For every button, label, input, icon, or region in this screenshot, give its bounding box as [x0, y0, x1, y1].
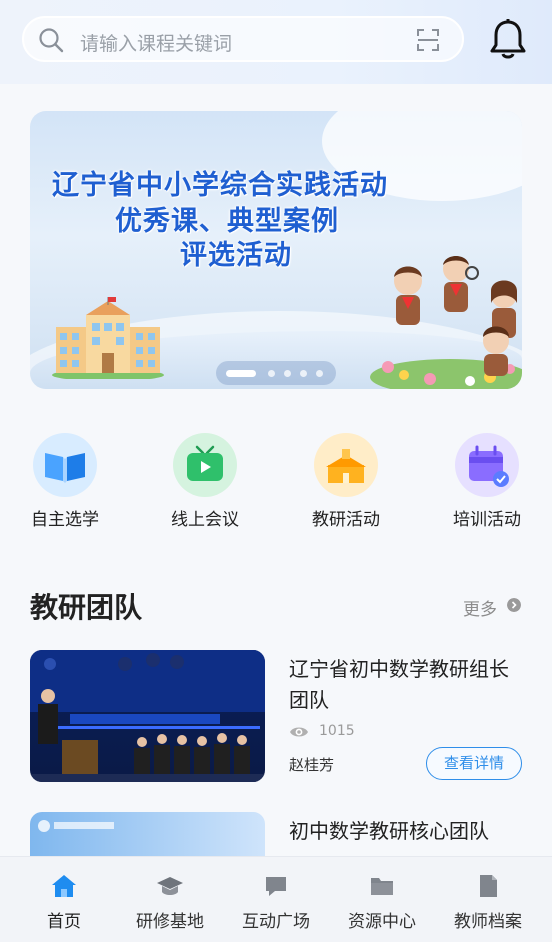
open-book-icon [33, 433, 97, 497]
quick-entry-teaching-research[interactable]: 教研活动 [291, 430, 401, 530]
quick-entry-label: 线上会议 [171, 510, 239, 530]
tab-training-base[interactable]: 研修基地 [115, 857, 225, 942]
folder-icon [371, 878, 393, 895]
quick-entry-training[interactable]: 培训活动 [432, 430, 542, 530]
quick-entry-label: 培训活动 [453, 510, 521, 530]
search-input[interactable]: 请输入课程关键词 [80, 29, 232, 56]
team-author: 赵桂芳 [289, 756, 335, 774]
promo-banner[interactable]: 辽宁省中小学综合实践活动 优秀课、典型案例 评选活动 [30, 111, 522, 389]
carousel-dot[interactable] [268, 370, 275, 377]
tab-home[interactable]: 首页 [9, 857, 119, 942]
eye-icon [290, 727, 308, 737]
tab-interaction-square[interactable]: 互动广场 [221, 857, 331, 942]
school-building-icon [314, 433, 378, 497]
home-icon [52, 875, 76, 897]
graduation-cap-icon [157, 877, 183, 895]
calendar-check-icon [455, 433, 519, 497]
carousel-indicator[interactable] [216, 361, 336, 385]
view-details-button[interactable]: 查看详情 [426, 747, 522, 780]
bell-icon[interactable] [489, 18, 527, 60]
banner-title-line-3: 评选活动 [180, 240, 292, 271]
bottom-tab-bar: 首页 研修基地 互动广场 资源中心 教师档案 [0, 856, 552, 942]
tab-label: 首页 [47, 912, 81, 932]
school-building-illustration [52, 297, 164, 379]
quick-entry-grid: 自主选学 线上会议 教研活动 培训活动 [0, 430, 552, 530]
quick-entry-label: 自主选学 [31, 510, 99, 530]
carousel-dot[interactable] [300, 370, 307, 377]
chat-bubble-icon [266, 877, 286, 896]
tab-label: 研修基地 [136, 912, 204, 932]
team-card[interactable]: 初中数学教研核心团队 [30, 812, 522, 856]
tab-teacher-profile[interactable]: 教师档案 [433, 857, 543, 942]
carousel-dot[interactable] [284, 370, 291, 377]
team-thumbnail[interactable] [30, 650, 265, 782]
quick-entry-self-study[interactable]: 自主选学 [10, 430, 120, 530]
kids-illustration [370, 256, 522, 389]
tab-label: 教师档案 [454, 912, 522, 932]
carousel-dot[interactable] [316, 370, 323, 377]
search-bar[interactable]: 请输入课程关键词 [22, 16, 464, 62]
document-icon [480, 875, 497, 897]
quick-entry-online-meeting[interactable]: 线上会议 [150, 430, 260, 530]
tab-label: 互动广场 [242, 912, 310, 932]
quick-entry-label: 教研活动 [312, 510, 380, 530]
team-title[interactable]: 初中数学教研核心团队 [289, 816, 522, 847]
top-header: 请输入课程关键词 [0, 0, 552, 84]
team-thumbnail[interactable] [30, 812, 265, 856]
banner-title-line-1: 辽宁省中小学综合实践活动 [52, 170, 388, 201]
view-count: 1015 [319, 723, 355, 739]
scan-icon[interactable] [416, 28, 440, 52]
team-title[interactable]: 辽宁省初中数学教研组长团队 [289, 654, 524, 716]
tab-label: 资源中心 [348, 912, 416, 932]
more-link[interactable]: 更多 [463, 595, 497, 620]
section-title: 教研团队 [30, 591, 143, 624]
carousel-dot-active[interactable] [226, 370, 256, 377]
chevron-right-icon[interactable] [507, 598, 521, 612]
tv-play-icon [173, 433, 237, 497]
tab-resource-center[interactable]: 资源中心 [327, 857, 437, 942]
search-icon [39, 28, 64, 53]
team-card[interactable]: 辽宁省初中数学教研组长团队 1015 赵桂芳 查看详情 [30, 650, 522, 784]
